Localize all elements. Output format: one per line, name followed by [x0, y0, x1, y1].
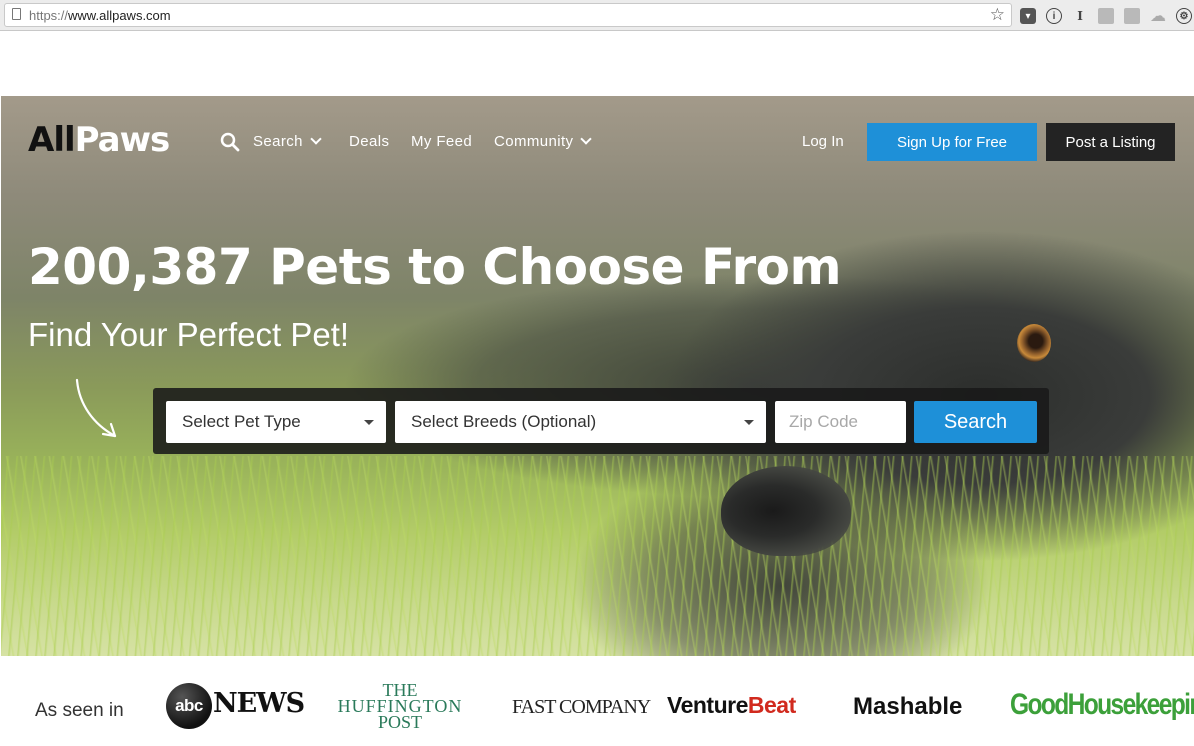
allpaws-logo[interactable]: AllPaws — [28, 120, 171, 160]
abc-logo: abc — [166, 683, 212, 729]
cloud-icon[interactable]: ☁ — [1150, 8, 1166, 25]
curved-arrow-icon — [75, 378, 117, 438]
login-link[interactable]: Log In — [802, 133, 844, 150]
hero-section: AllPaws Search Deals My Feed Community L… — [1, 96, 1194, 656]
sign-up-button[interactable]: Sign Up for Free — [867, 123, 1037, 161]
beat-text: Beat — [747, 692, 796, 718]
zip-code-input[interactable] — [775, 401, 906, 443]
pet-type-select[interactable]: Select Pet Type — [166, 401, 386, 443]
good-housekeeping-logo: GoodHousekeeping — [1010, 688, 1194, 721]
nav-search-menu[interactable]: Search — [253, 133, 322, 150]
dog-nose-image — [721, 466, 851, 556]
url-text[interactable]: https://www.allpaws.com — [29, 8, 171, 23]
logo-paws-text: Paws — [74, 120, 171, 160]
page-icon — [12, 8, 21, 20]
abc-news-logo-text: NEWS — [213, 688, 305, 719]
huffington-post-logo: THE HUFFINGTON POST — [334, 681, 466, 732]
fast-company-logo: FAST COMPANY — [512, 696, 651, 718]
browser-toolbar: https://www.allpaws.com ☆ ▾ i I ☁ ⚙ — [0, 0, 1194, 31]
info-icon[interactable]: i — [1046, 8, 1062, 24]
venture-text: Venture — [667, 692, 748, 718]
breed-value: Select Breeds (Optional) — [411, 412, 597, 431]
as-seen-in-bar: As seen in abc NEWS THE HUFFINGTON POST … — [0, 656, 1194, 746]
search-icon[interactable] — [220, 132, 240, 152]
dog-eye-image — [1017, 324, 1051, 362]
nav-community-menu[interactable]: Community — [494, 133, 593, 150]
nav-deals-link[interactable]: Deals — [349, 133, 389, 150]
pet-type-value: Select Pet Type — [182, 412, 301, 431]
search-button[interactable]: Search — [914, 401, 1037, 443]
caret-down-icon — [364, 420, 374, 425]
post-listing-button[interactable]: Post a Listing — [1046, 123, 1175, 161]
settings-icon[interactable]: ⚙ — [1176, 8, 1192, 24]
huff-line-3: POST — [377, 712, 422, 732]
url-host: www.allpaws.com — [68, 8, 171, 23]
pet-search-form: Select Pet Type Select Breeds (Optional)… — [153, 388, 1049, 454]
chevron-down-icon — [580, 133, 593, 145]
breed-select[interactable]: Select Breeds (Optional) — [395, 401, 766, 443]
nav-search-label: Search — [253, 133, 303, 150]
address-bar[interactable]: https://www.allpaws.com ☆ — [4, 3, 1012, 27]
mashable-logo: Mashable — [853, 693, 963, 720]
cursor-icon[interactable]: I — [1072, 8, 1088, 24]
extension-icons: ▾ i I ☁ ⚙ — [1020, 6, 1192, 26]
grass-background — [1, 456, 1194, 656]
as-seen-in-label: As seen in — [35, 700, 124, 721]
url-protocol: https:// — [29, 8, 69, 23]
pocket-icon[interactable]: ▾ — [1020, 8, 1036, 24]
hero-headline: 200,387 Pets to Choose From — [28, 238, 842, 296]
caret-down-icon — [744, 420, 754, 425]
hero-subheadline: Find Your Perfect Pet! — [28, 316, 350, 353]
bookmark-star-icon[interactable]: ☆ — [990, 5, 1005, 25]
image-icon[interactable] — [1124, 8, 1140, 24]
venturebeat-logo: VentureBeat — [667, 692, 796, 719]
nav-community-label: Community — [494, 133, 574, 150]
logo-all-text: All — [28, 120, 76, 160]
chevron-down-icon — [310, 133, 322, 145]
nav-my-feed-link[interactable]: My Feed — [411, 133, 472, 150]
image-icon[interactable] — [1098, 8, 1114, 24]
